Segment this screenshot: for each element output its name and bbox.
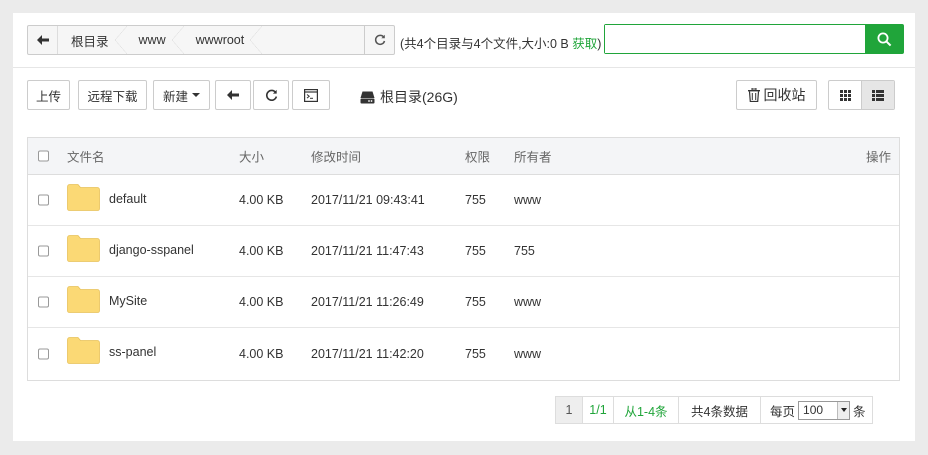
file-name[interactable]: django-sspanel <box>109 243 194 257</box>
divider <box>13 67 915 68</box>
folder-icon <box>67 235 100 262</box>
search-input[interactable] <box>605 25 865 53</box>
file-owner[interactable]: www <box>514 347 541 361</box>
file-size: 4.00 KB <box>239 346 284 361</box>
file-mtime: 2017/11/21 11:42:20 <box>311 346 424 361</box>
file-owner[interactable]: www <box>514 193 541 207</box>
terminal-button[interactable] <box>292 80 330 110</box>
page-current[interactable]: 1 <box>556 397 583 423</box>
back-button[interactable] <box>215 80 251 110</box>
table-row[interactable]: django-sspanel 4.00 KB 2017/11/21 11:47:… <box>28 226 899 277</box>
table-row[interactable]: default 4.00 KB 2017/11/21 09:43:41 755 … <box>28 175 899 226</box>
header-owner: 所有者 <box>514 150 552 165</box>
refresh-button[interactable] <box>253 80 289 110</box>
per-page-value: 100 <box>803 403 824 417</box>
arrow-left-icon <box>227 90 239 100</box>
file-mtime: 2017/11/21 11:47:43 <box>311 244 424 258</box>
file-size: 4.00 KB <box>239 244 284 258</box>
grid-view-button[interactable] <box>829 81 861 109</box>
file-name[interactable]: ss-panel <box>109 345 156 359</box>
select-all-checkbox[interactable] <box>38 150 49 162</box>
folder-icon <box>67 184 100 211</box>
new-label: 新建 <box>162 89 188 104</box>
per-page-select[interactable]: 100 <box>798 400 851 420</box>
select-arrow-icon <box>837 401 850 419</box>
table-row[interactable]: ss-panel 4.00 KB 2017/11/21 11:42:20 755… <box>28 328 899 379</box>
path-refresh-button[interactable] <box>364 26 394 54</box>
summary-text: (共4个目录与4个文件,大小:0 B <box>400 37 569 51</box>
file-permission[interactable]: 755 <box>465 295 486 309</box>
remote-download-label: 远程下载 <box>87 89 138 104</box>
path-input-area[interactable] <box>262 26 364 54</box>
file-name[interactable]: default <box>109 192 147 206</box>
file-permission[interactable]: 755 <box>465 347 486 361</box>
row-checkbox[interactable] <box>38 296 49 308</box>
get-size-link[interactable]: 获取 <box>572 37 597 51</box>
directory-summary: (共4个目录与4个文件,大小:0 B 获取) <box>400 33 601 52</box>
file-permission[interactable]: 755 <box>465 193 486 207</box>
recycle-bin-button[interactable]: 回收站 <box>736 80 817 110</box>
header-mtime[interactable]: 修改时间 <box>311 147 361 166</box>
file-permission[interactable]: 755 <box>465 244 486 258</box>
disk-indicator: 根目录(26G) <box>360 87 458 107</box>
row-checkbox[interactable] <box>38 194 49 206</box>
path-bar: 根目录 www wwwroot <box>27 25 395 55</box>
list-view-button[interactable] <box>861 81 894 109</box>
table-header: 文件名 大小 修改时间 权限 所有者 操作 <box>28 138 899 175</box>
search-button[interactable] <box>865 25 903 53</box>
file-name[interactable]: MySite <box>109 294 147 308</box>
path-back-button[interactable] <box>28 26 58 54</box>
file-mtime: 2017/11/21 09:43:41 <box>311 193 425 207</box>
file-size: 4.00 KB <box>239 295 284 309</box>
page-range: 从1-4条 <box>614 397 679 423</box>
new-dropdown-button[interactable]: 新建 <box>153 80 210 110</box>
grid-icon <box>839 89 851 101</box>
summary-close: ) <box>597 37 602 51</box>
pagination: 1 1/1 从1-4条 共4条数据 每页 100 条 <box>555 396 873 424</box>
caret-down-icon <box>192 93 200 97</box>
upload-label: 上传 <box>35 89 61 104</box>
arrow-left-icon <box>36 35 49 45</box>
breadcrumb-www[interactable]: www <box>127 26 184 54</box>
breadcrumb-root[interactable]: 根目录 <box>58 26 127 54</box>
folder-icon <box>67 286 100 313</box>
upload-button[interactable]: 上传 <box>27 80 70 110</box>
row-checkbox[interactable] <box>38 245 49 257</box>
remote-download-button[interactable]: 远程下载 <box>78 80 147 110</box>
header-permission: 权限 <box>465 150 491 165</box>
per-page-control: 每页 100 条 <box>761 397 872 423</box>
per-page-unit: 条 <box>853 404 866 419</box>
file-owner[interactable]: 755 <box>514 244 535 258</box>
terminal-icon <box>304 88 318 102</box>
row-checkbox[interactable] <box>38 348 49 359</box>
trash-icon <box>747 88 760 102</box>
breadcrumb-wwwroot[interactable]: wwwroot <box>184 26 263 54</box>
folder-icon <box>67 337 100 364</box>
total-records: 共4条数据 <box>679 397 761 423</box>
table-row[interactable]: MySite 4.00 KB 2017/11/21 11:26:49 755 w… <box>28 277 899 328</box>
header-size[interactable]: 大小 <box>239 147 264 166</box>
file-table: 文件名 大小 修改时间 权限 所有者 操作 default 4.00 KB 20… <box>27 137 900 381</box>
recycle-bin-label: 回收站 <box>763 87 806 103</box>
file-mtime: 2017/11/21 11:26:49 <box>311 295 424 309</box>
file-manager-panel: 根目录 www wwwroot (共4个目录与4个文件,大小:0 B 获取) 上… <box>13 13 915 441</box>
header-name[interactable]: 文件名 <box>67 147 105 166</box>
file-owner[interactable]: www <box>514 295 541 309</box>
hard-drive-icon <box>360 91 375 103</box>
per-page-label: 每页 <box>770 404 796 419</box>
disk-label: 根目录(26G) <box>380 89 458 105</box>
view-toggle <box>828 80 895 110</box>
search-icon <box>877 32 891 46</box>
page-count: 1/1 <box>583 397 614 423</box>
file-size: 4.00 KB <box>239 193 284 207</box>
search-box <box>604 24 904 54</box>
header-operations: 操作 <box>865 150 891 165</box>
list-icon <box>872 89 884 101</box>
refresh-icon <box>374 34 385 46</box>
refresh-icon <box>265 89 277 101</box>
